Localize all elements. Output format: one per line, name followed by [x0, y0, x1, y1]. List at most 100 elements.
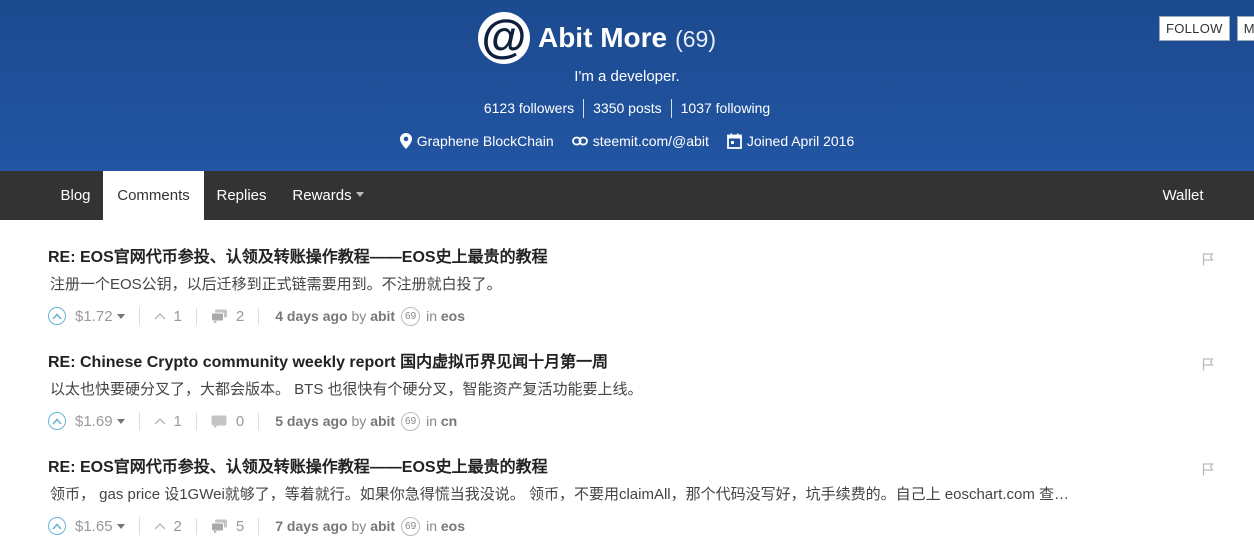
- tab-wallet[interactable]: Wallet: [1149, 171, 1217, 220]
- vote-count[interactable]: 1: [140, 412, 197, 430]
- comment-author[interactable]: abit: [370, 518, 395, 534]
- profile-stats: 6123 followers 3350 posts 1037 following: [0, 99, 1254, 118]
- avatar-at-icon: @: [481, 10, 527, 62]
- comment-author[interactable]: abit: [370, 308, 395, 324]
- vote-count[interactable]: 2: [140, 517, 197, 535]
- profile-location: Graphene BlockChain: [399, 133, 554, 149]
- upvote-count-icon: [154, 522, 166, 530]
- in-label: in: [426, 413, 437, 429]
- reply-count-value: 0: [235, 412, 245, 430]
- comment-title[interactable]: RE: EOS官网代币参投、认领及转账操作教程——EOS史上最贵的教程: [48, 453, 1218, 477]
- vote-section: $1.69: [48, 412, 140, 430]
- payout-caret-icon[interactable]: [116, 523, 125, 529]
- vote-section: $1.72: [48, 307, 140, 325]
- mute-button[interactable]: MU: [1236, 16, 1254, 41]
- upvote-chevron-icon: [52, 312, 62, 320]
- replies-icon: [210, 519, 227, 533]
- comment-meta: 4 days ago by abit 69 in eos: [259, 306, 465, 326]
- profile-joined: Joined April 2016: [726, 133, 855, 149]
- comment-body[interactable]: 以太也快要硬分叉了，大都会版本。 BTS 也很快有个硬分叉，智能资产复活功能要上…: [48, 378, 1190, 399]
- by-label: by: [351, 308, 367, 324]
- vote-count-value: 2: [173, 517, 182, 535]
- dropdown-caret-icon: [355, 192, 364, 197]
- comment-category[interactable]: cn: [441, 413, 457, 429]
- profile-reputation: (69): [675, 26, 716, 52]
- payout-value[interactable]: $1.65: [75, 518, 113, 535]
- following-count[interactable]: 1037 following: [670, 99, 780, 118]
- vote-count[interactable]: 1: [140, 307, 197, 325]
- vote-section: $1.65: [48, 517, 140, 535]
- profile-name: Abit More: [537, 22, 668, 53]
- location-text: Graphene BlockChain: [416, 133, 554, 149]
- author-reputation-badge: 69: [401, 306, 421, 326]
- location-pin-icon: [399, 133, 412, 149]
- by-label: by: [351, 518, 367, 534]
- upvote-count-icon: [154, 312, 166, 320]
- vote-count-value: 1: [173, 412, 182, 430]
- comment-category[interactable]: eos: [441, 308, 465, 324]
- tab-rewards-label: Rewards: [292, 187, 352, 204]
- comment-footer: $1.72 1 2 4 days ago by abit 69 in eos: [48, 306, 1218, 326]
- by-label: by: [351, 413, 367, 429]
- payout-value[interactable]: $1.69: [75, 413, 113, 430]
- posts-count: 3350 posts: [583, 99, 671, 118]
- reply-count-value: 5: [235, 517, 245, 535]
- reply-count[interactable]: 5: [197, 517, 260, 535]
- comment-item: RE: EOS官网代币参投、认领及转账操作教程——EOS史上最贵的教程 注册一个…: [48, 243, 1218, 326]
- reply-count-value: 2: [235, 307, 245, 325]
- author-reputation-badge: 69: [401, 516, 421, 536]
- reply-icon: [211, 415, 227, 428]
- comment-title[interactable]: RE: Chinese Crypto community weekly repo…: [48, 348, 1218, 372]
- flag-icon[interactable]: [1202, 358, 1214, 371]
- tab-replies[interactable]: Replies: [204, 171, 279, 220]
- comment-meta: 5 days ago by abit 69 in cn: [259, 411, 457, 431]
- comment-item: RE: EOS官网代币参投、认领及转账操作教程——EOS史上最贵的教程 领币， …: [48, 453, 1218, 536]
- profile-tabs: Blog Comments Replies Rewards Wallet: [0, 171, 1254, 220]
- follow-button[interactable]: FOLLOW: [1159, 16, 1230, 41]
- comment-footer: $1.65 2 5 7 days ago by abit 69 in eos: [48, 516, 1218, 536]
- payout-caret-icon[interactable]: [116, 313, 125, 319]
- joined-text: Joined April 2016: [746, 133, 855, 149]
- tab-rewards[interactable]: Rewards: [279, 171, 377, 220]
- avatar[interactable]: @: [477, 10, 530, 64]
- reply-count[interactable]: 0: [197, 412, 260, 430]
- upvote-button[interactable]: [48, 517, 66, 535]
- tab-comments[interactable]: Comments: [103, 171, 204, 220]
- comment-author[interactable]: abit: [370, 413, 395, 429]
- comment-category[interactable]: eos: [441, 518, 465, 534]
- profile-title-row: @ Abit More (69): [0, 12, 1254, 64]
- comment-time[interactable]: 4 days ago: [275, 308, 347, 324]
- comment-title[interactable]: RE: EOS官网代币参投、认领及转账操作教程——EOS史上最贵的教程: [48, 243, 1218, 267]
- upvote-chevron-icon: [52, 417, 62, 425]
- profile-header: @ Abit More (69) FOLLOW MU I'm a develop…: [0, 0, 1254, 171]
- in-label: in: [426, 308, 437, 324]
- profile-actions: FOLLOW MU: [1159, 16, 1254, 41]
- flag-icon[interactable]: [1202, 253, 1214, 266]
- comment-body[interactable]: 领币， gas price 设1GWei就够了，等着就行。如果你急得慌当我没说。…: [48, 483, 1190, 504]
- author-reputation-badge: 69: [401, 411, 421, 431]
- flag-icon[interactable]: [1202, 463, 1214, 476]
- payout-caret-icon[interactable]: [116, 418, 125, 424]
- payout-value[interactable]: $1.72: [75, 308, 113, 325]
- comment-time[interactable]: 7 days ago: [275, 518, 347, 534]
- profile-website[interactable]: steemit.com/@abit: [571, 133, 709, 149]
- vote-count-value: 1: [173, 307, 182, 325]
- comment-time[interactable]: 5 days ago: [275, 413, 347, 429]
- tab-blog[interactable]: Blog: [48, 171, 103, 220]
- comment-body[interactable]: 注册一个EOS公钥，以后迁移到正式链需要用到。不注册就白投了。: [48, 273, 1190, 294]
- upvote-button[interactable]: [48, 412, 66, 430]
- profile-about: I'm a developer.: [574, 68, 680, 85]
- calendar-icon: [726, 133, 742, 149]
- reply-count[interactable]: 2: [197, 307, 260, 325]
- comment-item: RE: Chinese Crypto community weekly repo…: [48, 348, 1218, 431]
- upvote-chevron-icon: [52, 522, 62, 530]
- followers-count[interactable]: 6123 followers: [475, 99, 583, 118]
- profile-meta: Graphene BlockChain steemit.com/@abit Jo…: [0, 133, 1254, 149]
- link-icon: [571, 136, 588, 146]
- website-link[interactable]: steemit.com/@abit: [593, 133, 709, 149]
- in-label: in: [426, 518, 437, 534]
- upvote-button[interactable]: [48, 307, 66, 325]
- comment-meta: 7 days ago by abit 69 in eos: [259, 516, 465, 536]
- upvote-count-icon: [154, 417, 166, 425]
- comment-footer: $1.69 1 0 5 days ago by abit 69 in cn: [48, 411, 1218, 431]
